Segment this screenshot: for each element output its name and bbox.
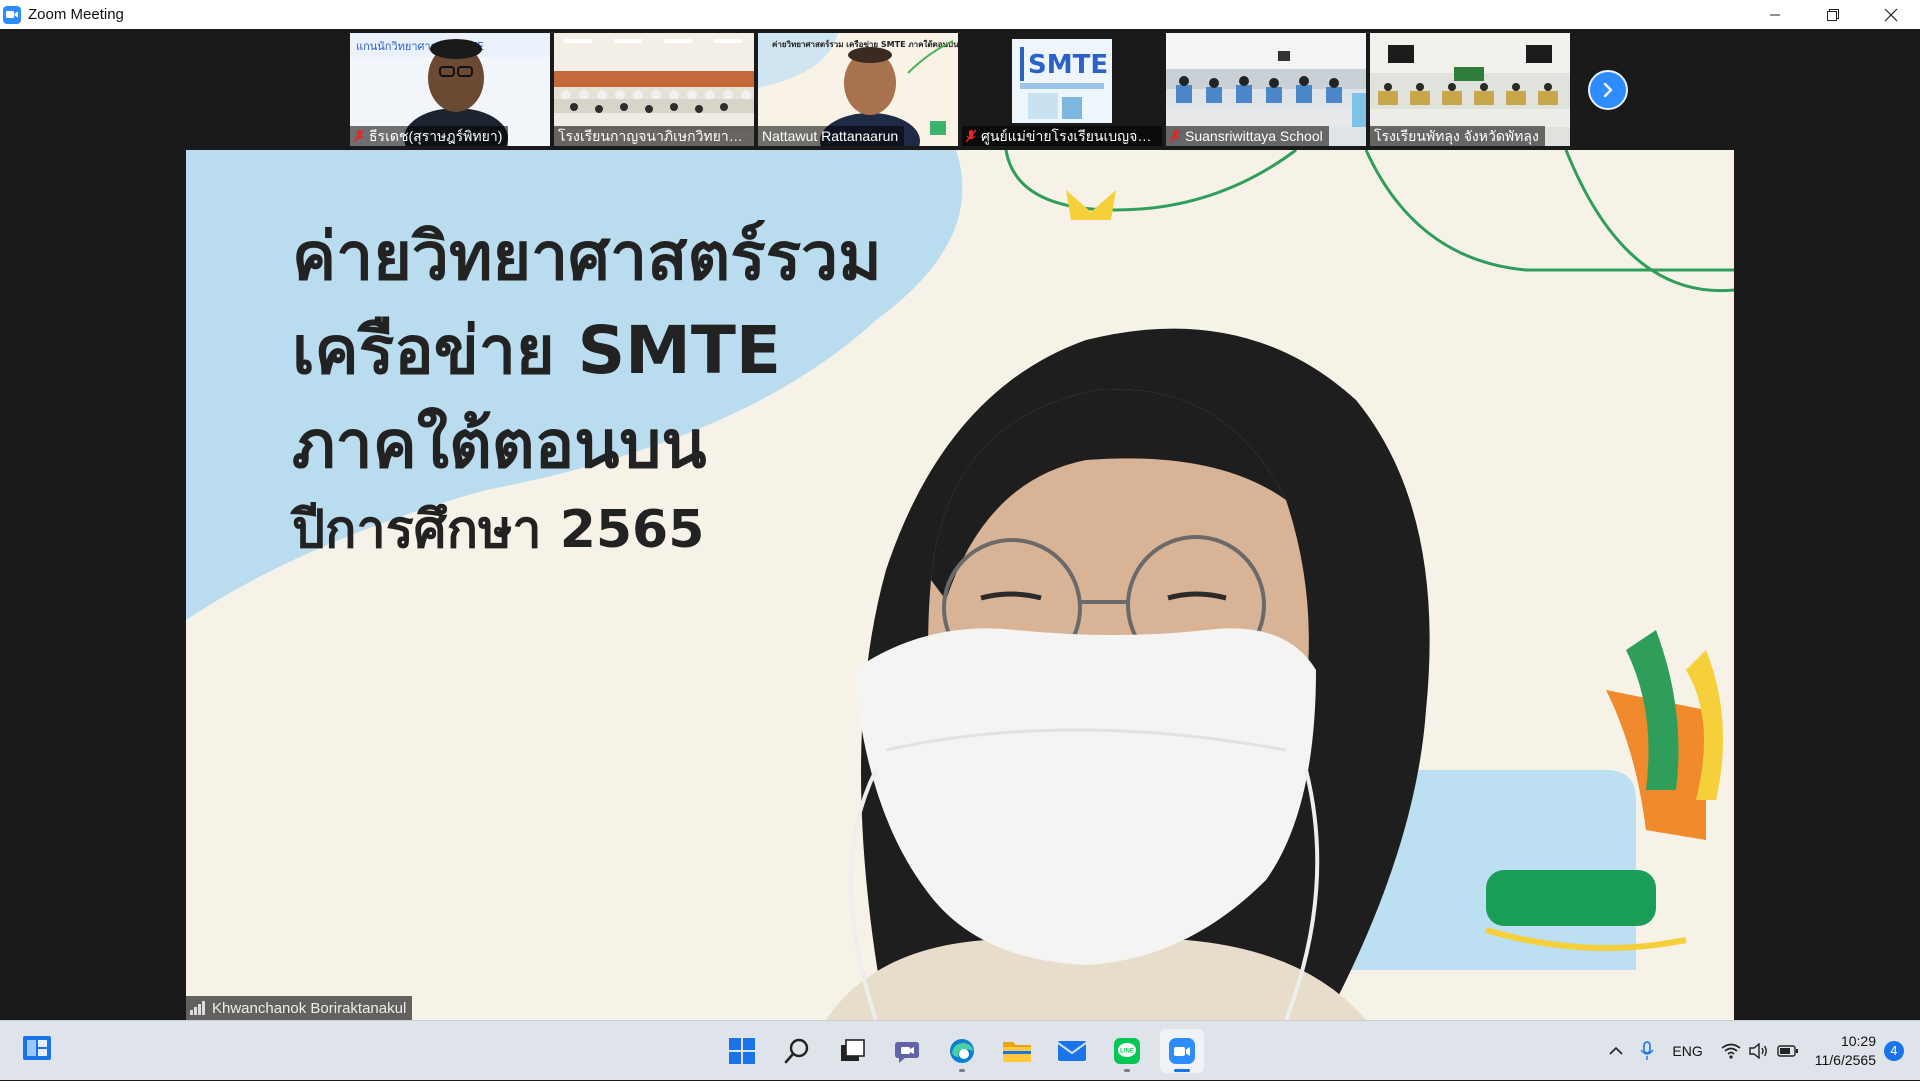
active-speaker-name-label: Khwanchanok Boriraktanakul (186, 996, 413, 1020)
restore-button[interactable] (1804, 0, 1862, 29)
wifi-icon (1721, 1043, 1741, 1059)
volume-button[interactable] (1749, 1043, 1769, 1059)
folder-icon (1003, 1042, 1031, 1062)
participant-thumbnail-strip: แกนนักวิทยาศาสตร์ SMTE ธีรเดช(สุราษฎร์พิ… (350, 33, 1570, 146)
microphone-in-use-indicator[interactable] (1640, 1041, 1654, 1061)
line-app-button[interactable]: LINE (1105, 1029, 1149, 1073)
clock[interactable]: 10:29 11/6/2565 (1815, 1032, 1876, 1070)
mail-button[interactable] (1050, 1029, 1094, 1073)
minimize-button[interactable] (1746, 0, 1804, 29)
participant-name-label: โรงเรียนกาญจนาภิเษกวิทยาลั... (554, 126, 754, 146)
teams-chat-icon (895, 1042, 919, 1063)
participant-name-label: ศูนย์แม่ข่ายโรงเรียนเบญจม... (962, 126, 1162, 146)
active-speaker-video: ค่ายวิทยาศาสตร์รวม เครือข่าย SMTE ภาคใต้… (186, 150, 1734, 1020)
task-view-button[interactable] (830, 1029, 874, 1073)
connection-signal-icon (190, 1001, 205, 1015)
window-title-bar: Zoom Meeting (0, 0, 1920, 29)
participant-video[interactable]: ค่ายวิทยาศาสตร์รวม เครือข่าย SMTE ภาคใต้… (758, 33, 958, 146)
network-button[interactable] (1721, 1043, 1741, 1059)
participant-video[interactable]: โรงเรียนพัทลุง จังหวัดพัทลุง (1370, 33, 1570, 146)
file-explorer-button[interactable] (995, 1029, 1039, 1073)
mail-icon (1057, 1041, 1087, 1061)
battery-button[interactable] (1777, 1044, 1799, 1058)
muted-mic-icon (1170, 129, 1180, 143)
participant-video[interactable]: SMTE ศูนย์แม่ข่ายโรงเรียนเบญจม... (962, 33, 1162, 146)
participant-video[interactable]: โรงเรียนกาญจนาภิเษกวิทยาลั... (554, 33, 754, 146)
edge-button[interactable] (940, 1029, 984, 1073)
participant-name-label: Suansriwittaya School (1166, 126, 1329, 146)
windows-taskbar: LINE ENG 10:29 11/6/2565 4 (0, 1020, 1920, 1080)
meeting-area: แกนนักวิทยาศาสตร์ SMTE ธีรเดช(สุราษฎร์พิ… (0, 29, 1920, 1020)
show-hidden-icons-button[interactable] (1608, 1045, 1624, 1057)
zoom-app-icon (3, 5, 21, 24)
taskbar-pinned-apps: LINE (720, 1029, 1204, 1073)
clock-date: 11/6/2565 (1814, 1052, 1876, 1068)
task-view-icon (841, 1039, 865, 1061)
participant-video[interactable]: แกนนักวิทยาศาสตร์ SMTE ธีรเดช(สุราษฎร์พิ… (350, 33, 550, 146)
window-title: Zoom Meeting (28, 6, 124, 23)
battery-icon (1777, 1045, 1798, 1057)
notification-count-badge[interactable]: 4 (1884, 1041, 1904, 1061)
participant-name-label: โรงเรียนพัทลุง จังหวัดพัทลุง (1370, 126, 1545, 146)
svg-text:LINE: LINE (1120, 1049, 1134, 1055)
zoom-app-icon (1169, 1038, 1195, 1064)
speaker-figure (826, 328, 1430, 1020)
participant-name-label: ธีรเดช(สุราษฎร์พิทยา) (350, 126, 509, 146)
search-button[interactable] (775, 1029, 819, 1073)
close-button[interactable] (1862, 0, 1920, 29)
widgets-button[interactable] (22, 1035, 52, 1065)
microphone-icon (1640, 1041, 1654, 1060)
start-button[interactable] (720, 1029, 764, 1073)
chevron-up-icon (1609, 1046, 1623, 1055)
line-app-icon: LINE (1114, 1038, 1140, 1064)
widgets-icon (23, 1036, 51, 1060)
clock-time: 10:29 (1840, 1033, 1876, 1049)
speaker-icon (1749, 1043, 1767, 1059)
edge-icon (950, 1039, 974, 1063)
chevron-right-icon (1603, 82, 1613, 98)
windows-logo-icon (729, 1038, 755, 1064)
teams-chat-button[interactable] (885, 1029, 929, 1073)
input-language-indicator[interactable]: ENG (1672, 1043, 1702, 1059)
participant-video[interactable]: Suansriwittaya School (1166, 33, 1366, 146)
muted-mic-icon (966, 129, 976, 143)
smte-logo-text: SMTE (1028, 50, 1108, 80)
participant-name-label: Nattawut Rattanaarun (758, 126, 905, 146)
muted-mic-icon (354, 129, 364, 143)
zoom-button[interactable] (1160, 1029, 1204, 1073)
system-tray: ENG 10:29 11/6/2565 4 (1600, 1021, 1920, 1081)
next-page-button[interactable] (1588, 70, 1628, 110)
search-icon (784, 1038, 809, 1064)
